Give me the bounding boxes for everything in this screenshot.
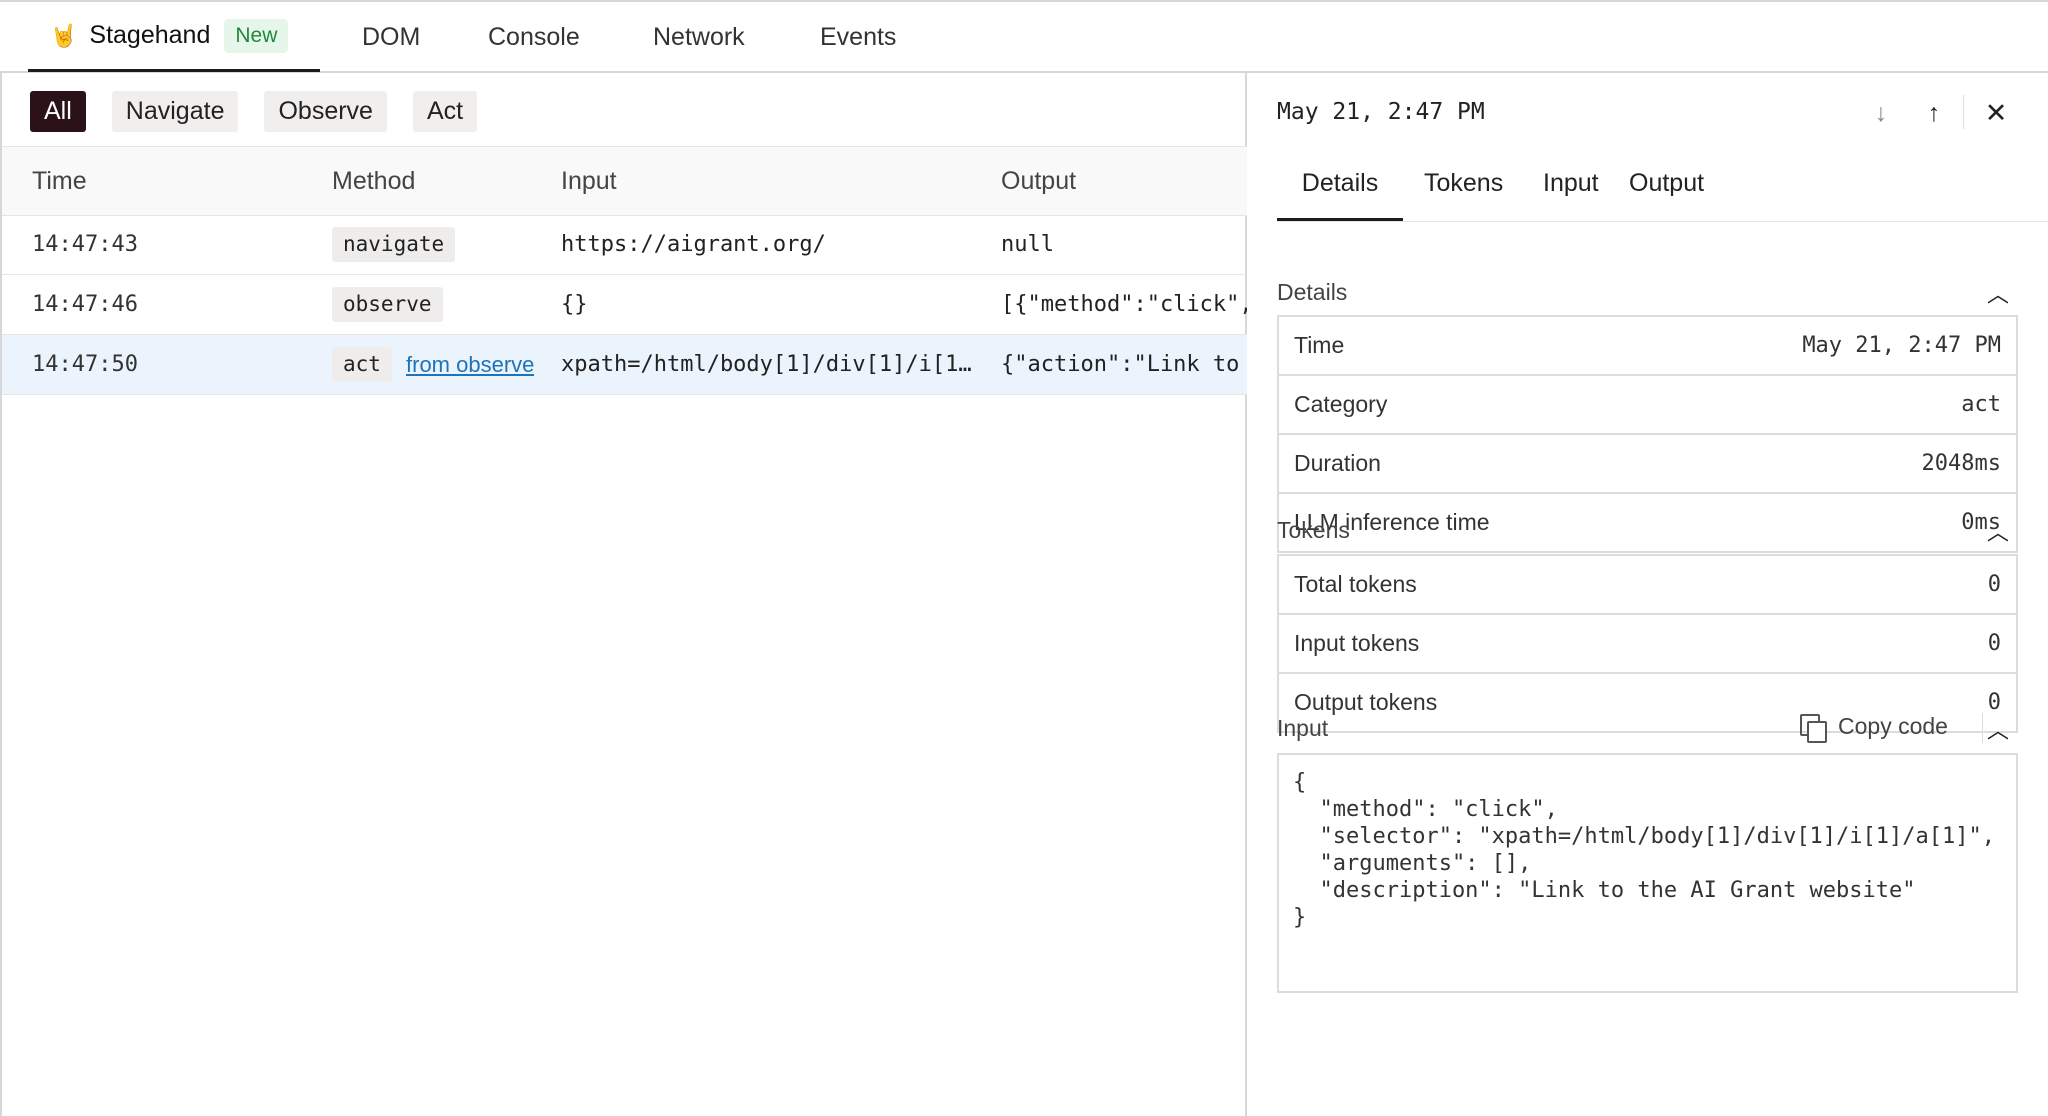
filter-all[interactable]: All xyxy=(30,91,86,132)
detail-key: Category xyxy=(1294,391,1388,417)
table-header: Time Method Input Output xyxy=(2,146,1247,216)
detail-row-llm-time: LLM inference time 0ms xyxy=(1279,494,2016,551)
close-icon[interactable]: ✕ xyxy=(1982,98,2010,128)
tab-dom[interactable]: DOM xyxy=(362,2,420,73)
filter-bar: All Navigate Observe Act xyxy=(30,91,478,132)
tab-console[interactable]: Console xyxy=(488,2,580,73)
tab-tokens[interactable]: Tokens xyxy=(1424,147,1503,221)
detail-key: Time xyxy=(1294,332,1345,358)
log-panel: All Navigate Observe Act Time Method Inp… xyxy=(0,73,1247,1116)
tab-stagehand-label: Stagehand xyxy=(89,21,211,49)
tab-events[interactable]: Events xyxy=(820,2,896,73)
table-row[interactable]: 14:47:43 navigate https://aigrant.org/ n… xyxy=(2,215,1247,275)
method-badge: observe xyxy=(332,287,443,322)
input-header-divider xyxy=(1982,713,1983,743)
row-input: {} xyxy=(561,292,588,317)
token-row-input: Input tokens 0 xyxy=(1279,615,2016,674)
header-divider xyxy=(1963,95,1964,129)
row-output: {"action":"Link to xyxy=(1001,352,1240,377)
top-tab-bar: 🤘 Stagehand New DOM Console Network Even… xyxy=(0,0,2048,73)
detail-row-duration: Duration 2048ms xyxy=(1279,435,2016,494)
table-row-selected[interactable]: 14:47:50 act from observe xpath=/html/bo… xyxy=(2,335,1247,395)
col-method[interactable]: Method xyxy=(332,147,415,215)
detail-row-category: Category act xyxy=(1279,376,2016,435)
detail-value: 2048ms xyxy=(1921,451,2001,476)
tab-details[interactable]: Details xyxy=(1277,147,1403,221)
detail-panel: May 21, 2:47 PM ↓ ↑ ✕ Details Tokens Inp… xyxy=(1247,73,2048,1116)
copy-code-label: Copy code xyxy=(1838,713,1948,739)
row-input: xpath=/html/body[1]/div[1]/i[1]… xyxy=(561,352,981,377)
code-block[interactable]: { "method": "click", "selector": "xpath=… xyxy=(1277,753,2018,993)
copy-code-button[interactable]: Copy code xyxy=(1800,713,1948,743)
table-row[interactable]: 14:47:46 observe {} [{"method":"click", xyxy=(2,275,1247,335)
tokens-section-title: Tokens xyxy=(1277,517,1350,543)
row-output: null xyxy=(1001,232,1054,257)
token-key: Input tokens xyxy=(1294,630,1420,656)
col-time[interactable]: Time xyxy=(32,147,87,215)
tab-stagehand[interactable]: 🤘 Stagehand New xyxy=(28,2,320,72)
token-value: 0 xyxy=(1987,572,2001,597)
detail-row-time: Time May 21, 2:47 PM xyxy=(1279,317,2016,376)
details-table: Time May 21, 2:47 PM Category act Durati… xyxy=(1277,315,2018,553)
detail-value: May 21, 2:47 PM xyxy=(1802,333,2001,358)
input-code: { "method": "click", "selector": "xpath=… xyxy=(1293,770,1995,930)
tab-input[interactable]: Input xyxy=(1543,147,1599,221)
from-observe-link[interactable]: from observe xyxy=(406,335,534,394)
col-output[interactable]: Output xyxy=(1001,147,1076,215)
details-section-title: Details xyxy=(1277,279,1348,305)
copy-icon xyxy=(1800,713,1827,743)
detail-key: Duration xyxy=(1294,450,1381,476)
token-key: Total tokens xyxy=(1294,571,1417,597)
method-badge: navigate xyxy=(332,227,456,262)
input-section-title: Input xyxy=(1277,715,1329,741)
row-output: [{"method":"click", xyxy=(1001,292,1247,317)
row-time: 14:47:43 xyxy=(32,232,138,257)
method-badge: act xyxy=(332,347,392,382)
tab-output[interactable]: Output xyxy=(1629,147,1704,221)
token-row-total: Total tokens 0 xyxy=(1279,556,2016,615)
filter-navigate[interactable]: Navigate xyxy=(111,91,239,132)
chevron-up-icon[interactable]: ︿ xyxy=(1987,713,2009,745)
detail-value: act xyxy=(1961,392,2001,417)
rock-hand-icon: 🤘 xyxy=(50,22,78,48)
token-value: 0 xyxy=(1987,631,2001,656)
filter-observe[interactable]: Observe xyxy=(264,91,387,132)
chevron-up-icon[interactable]: ︿ xyxy=(1987,277,2009,309)
arrow-up-icon[interactable]: ↑ xyxy=(1920,99,1948,127)
tab-network[interactable]: Network xyxy=(653,2,745,73)
arrow-down-icon[interactable]: ↓ xyxy=(1867,99,1895,127)
detail-timestamp: May 21, 2:47 PM xyxy=(1277,99,1485,125)
chevron-up-icon[interactable]: ︿ xyxy=(1987,515,2009,547)
row-time: 14:47:50 xyxy=(32,352,138,377)
row-time: 14:47:46 xyxy=(32,292,138,317)
filter-act[interactable]: Act xyxy=(412,91,478,132)
new-badge: New xyxy=(224,18,289,53)
col-input[interactable]: Input xyxy=(561,147,617,215)
tokens-table: Total tokens 0 Input tokens 0 Output tok… xyxy=(1277,554,2018,733)
row-input: https://aigrant.org/ xyxy=(561,232,826,257)
detail-tab-bar: Details Tokens Input Output xyxy=(1277,147,2048,222)
